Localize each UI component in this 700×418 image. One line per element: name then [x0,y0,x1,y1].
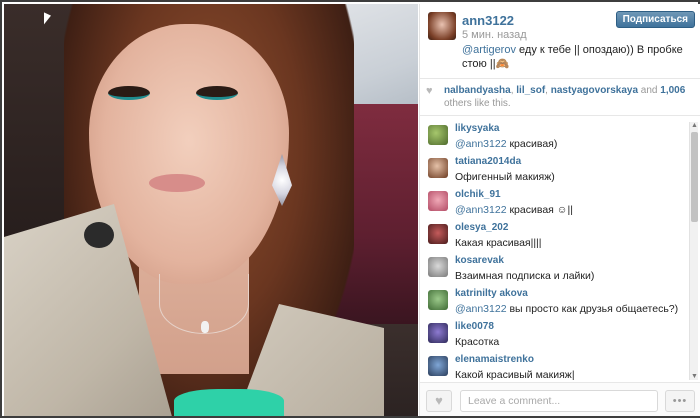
post-caption: @artigerov еду к тебе || опоздаю)) В про… [462,43,694,71]
commenter-username[interactable]: olchik_91 [455,189,501,200]
comment-item: tatiana2014da Офигенный макияж) [420,154,690,186]
heart-icon: ♥ [426,85,433,97]
left-eye [108,86,150,100]
liker-link[interactable]: lil_sof [516,85,545,96]
comment-item: katrinilty akova @ann3122 вы просто как … [420,286,690,318]
commenter-username[interactable]: katrinilty akova [455,288,528,299]
commenter-username[interactable]: elenamaistrenko [455,354,534,365]
more-icon: ••• [672,395,688,407]
post-time: 5 мин. назад [462,29,527,41]
comment-mention[interactable]: @ann3122 [455,303,507,315]
comment-text: Какая красивая|||| [455,237,542,249]
likes-section: ♥ nalbandyasha, lil_sof, nastyagovorskay… [420,80,700,116]
comment-body: Красотка [455,336,500,348]
comment-footer: ♥ ••• [420,382,700,416]
liker-link[interactable]: nastyagovorskaya [551,85,638,96]
commenter-username[interactable]: likysyaka [455,123,500,134]
comment-body: Взаимная подписка и лайки) [455,270,595,282]
mint-top [174,389,284,416]
commenter-avatar[interactable] [428,257,448,277]
comment-mention[interactable]: @ann3122 [455,138,507,150]
commenter-avatar[interactable] [428,323,448,343]
right-eye [196,86,238,100]
comment-text: Взаимная подписка и лайки) [455,270,594,282]
comments-list: likysyaka @ann3122 красивая) tatiana2014… [420,117,700,382]
coat-button [84,222,114,248]
comment-body: красивая) [506,138,558,150]
post-header: ann3122 5 мин. назад @artigerov еду к те… [420,4,700,79]
follow-button[interactable]: Подписаться [615,11,695,28]
author-username[interactable]: ann3122 [462,13,514,28]
comment-text: @ann3122 красивая) [455,138,557,150]
likes-suffix: others like this. [444,98,511,109]
caption-mention[interactable]: @artigerov [462,44,516,56]
comment-mention[interactable]: @ann3122 [455,204,507,216]
commenter-username[interactable]: tatiana2014da [455,156,521,167]
comment-body: вы просто как друзья общаетесь?) [506,303,679,315]
comment-item: olesya_202 Какая красивая|||| [420,220,690,252]
commenter-avatar[interactable] [428,125,448,145]
comment-body: красивая ☺|| [506,204,573,216]
commenter-avatar[interactable] [428,356,448,376]
liker-link[interactable]: nalbandyasha [444,85,511,96]
commenter-avatar[interactable] [428,290,448,310]
comment-input[interactable] [460,390,658,412]
comment-item: likysyaka @ann3122 красивая) [420,121,690,153]
comment-item: kosarevak Взаимная подписка и лайки) [420,253,690,285]
heart-icon: ♥ [435,393,443,408]
comment-body: Какой красивый макияж| [455,369,575,381]
comment-item: olchik_91 @ann3122 красивая ☺|| [420,187,690,219]
scrollbar-thumb[interactable] [691,132,698,222]
comment-text: @ann3122 вы просто как друзья общаетесь?… [455,303,678,315]
comments-scrollbar[interactable]: ▲ ▼ [689,122,698,380]
likes-count[interactable]: 1,006 [660,85,685,96]
comment-body: Офигенный макияж) [455,171,555,183]
scroll-down-icon[interactable]: ▼ [691,373,698,380]
commenter-avatar[interactable] [428,191,448,211]
likes-and: and [638,85,661,96]
post-side-panel: ann3122 5 мин. назад @artigerov еду к те… [419,4,700,416]
commenter-username[interactable]: olesya_202 [455,222,508,233]
instagram-window: ann3122 5 мин. назад @artigerov еду к те… [0,0,700,418]
more-options-button[interactable]: ••• [665,390,695,412]
lips [149,174,205,192]
commenter-username[interactable]: like0078 [455,321,494,332]
comment-item: like0078 Красотка [420,319,690,351]
commenter-avatar[interactable] [428,224,448,244]
comment-item: elenamaistrenko Какой красивый макияж| [420,352,690,382]
comment-text: Офигенный макияж) [455,171,555,183]
comment-text: Красотка [455,336,499,348]
post-photo[interactable] [4,4,418,416]
likes-text: nalbandyasha, lil_sof, nastyagovorskaya … [444,85,686,109]
commenter-avatar[interactable] [428,158,448,178]
comment-text: @ann3122 красивая ☺|| [455,204,573,216]
comment-text: Какой красивый макияж| [455,369,575,381]
necklace-pendant [201,321,209,333]
scroll-up-icon[interactable]: ▲ [691,122,698,129]
like-button[interactable]: ♥ [426,390,452,412]
comment-body: Какая красивая|||| [455,237,542,249]
author-avatar[interactable] [428,12,456,40]
commenter-username[interactable]: kosarevak [455,255,504,266]
